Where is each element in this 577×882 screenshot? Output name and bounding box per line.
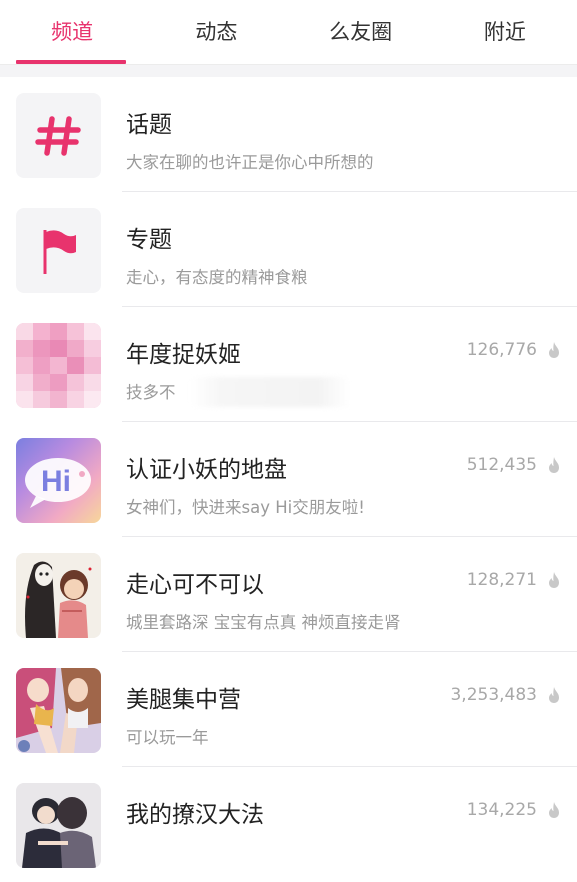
channel-subtitle: 大家在聊的也许正是你心中所想的 — [126, 153, 374, 172]
tab-separator — [0, 64, 577, 77]
anime-girls-thumbnail — [16, 668, 101, 753]
anime-couple-thumbnail — [16, 553, 101, 638]
flame-icon — [549, 687, 559, 703]
channel-row-topics[interactable]: 话题 大家在聊的也许正是你心中所想的 — [0, 77, 577, 192]
channel-title: 走心可不可以 — [126, 572, 264, 598]
flame-icon — [549, 802, 559, 818]
channel-subtitle: 技多不 — [126, 383, 176, 402]
flag-icon — [16, 208, 101, 293]
svg-text:Hi: Hi — [41, 465, 71, 498]
channel-row-legs[interactable]: 美腿集中营 可以玩一年 3,253,483 — [0, 652, 577, 767]
anime-hug-thumbnail — [16, 783, 101, 868]
channel-row-verified[interactable]: Hi 认证小妖的地盘 女神们，快进来say Hi交朋友啦! 512,435 — [0, 422, 577, 537]
channel-title: 年度捉妖姬 — [126, 342, 241, 368]
heat-count: 512,435 — [466, 455, 537, 475]
flame-icon — [549, 457, 559, 473]
channel-subtitle: 城里套路深 宝宝有点真 神烦直接走肾 — [126, 613, 401, 632]
tab-friends-circle[interactable]: 么友圈 — [289, 0, 433, 64]
channel-title: 专题 — [126, 227, 172, 253]
heat-count: 126,776 — [466, 340, 537, 360]
channel-subtitle: 女神们，快进来say Hi交朋友啦! — [126, 498, 365, 517]
hi-bubble-thumbnail: Hi — [16, 438, 101, 523]
channel-subtitle: 走心，有态度的精神食粮 — [126, 268, 308, 287]
pixelated-thumbnail — [16, 323, 101, 408]
channel-list: 话题 大家在聊的也许正是你心中所想的 专题 走心，有态度的精神食粮 年度捉妖姬 … — [0, 77, 577, 882]
channel-row-annual-queen[interactable]: 年度捉妖姬 技多不 126,776 — [0, 307, 577, 422]
blurred-region — [190, 377, 350, 407]
channel-title: 我的撩汉大法 — [126, 802, 264, 828]
tab-bar: 频道 动态 么友圈 附近 — [0, 0, 577, 64]
channel-title: 美腿集中营 — [126, 687, 241, 713]
flame-icon — [549, 572, 559, 588]
channel-subtitle: 可以玩一年 — [126, 728, 209, 747]
tab-nearby[interactable]: 附近 — [433, 0, 577, 64]
tab-channels[interactable]: 频道 — [0, 0, 144, 64]
channel-title: 话题 — [126, 112, 172, 138]
heat-count: 134,225 — [466, 800, 537, 820]
channel-row-flirting[interactable]: 我的撩汉大法 134,225 — [0, 767, 577, 882]
flame-icon — [549, 342, 559, 358]
channel-row-heartfelt[interactable]: 走心可不可以 城里套路深 宝宝有点真 神烦直接走肾 128,271 — [0, 537, 577, 652]
heat-count: 128,271 — [466, 570, 537, 590]
tab-feed[interactable]: 动态 — [144, 0, 288, 64]
heat-count: 3,253,483 — [450, 685, 537, 705]
channel-title: 认证小妖的地盘 — [126, 457, 287, 483]
hashtag-icon — [16, 93, 101, 178]
channel-row-specials[interactable]: 专题 走心，有态度的精神食粮 — [0, 192, 577, 307]
